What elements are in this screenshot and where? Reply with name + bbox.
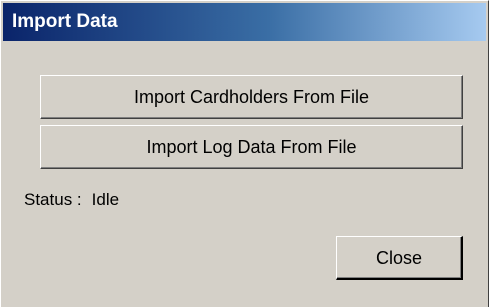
status-label: Status : — [24, 190, 82, 209]
dialog-title: Import Data — [12, 11, 118, 32]
status-value: Idle — [91, 190, 120, 209]
import-data-dialog: Import Data Import Cardholders From File… — [0, 0, 489, 307]
close-button[interactable]: Close — [336, 236, 463, 280]
title-bar[interactable]: Import Data — [3, 3, 486, 41]
import-cardholders-button[interactable]: Import Cardholders From File — [40, 75, 463, 119]
import-log-data-button[interactable]: Import Log Data From File — [40, 125, 463, 169]
status-row: Status : Idle — [24, 190, 119, 210]
